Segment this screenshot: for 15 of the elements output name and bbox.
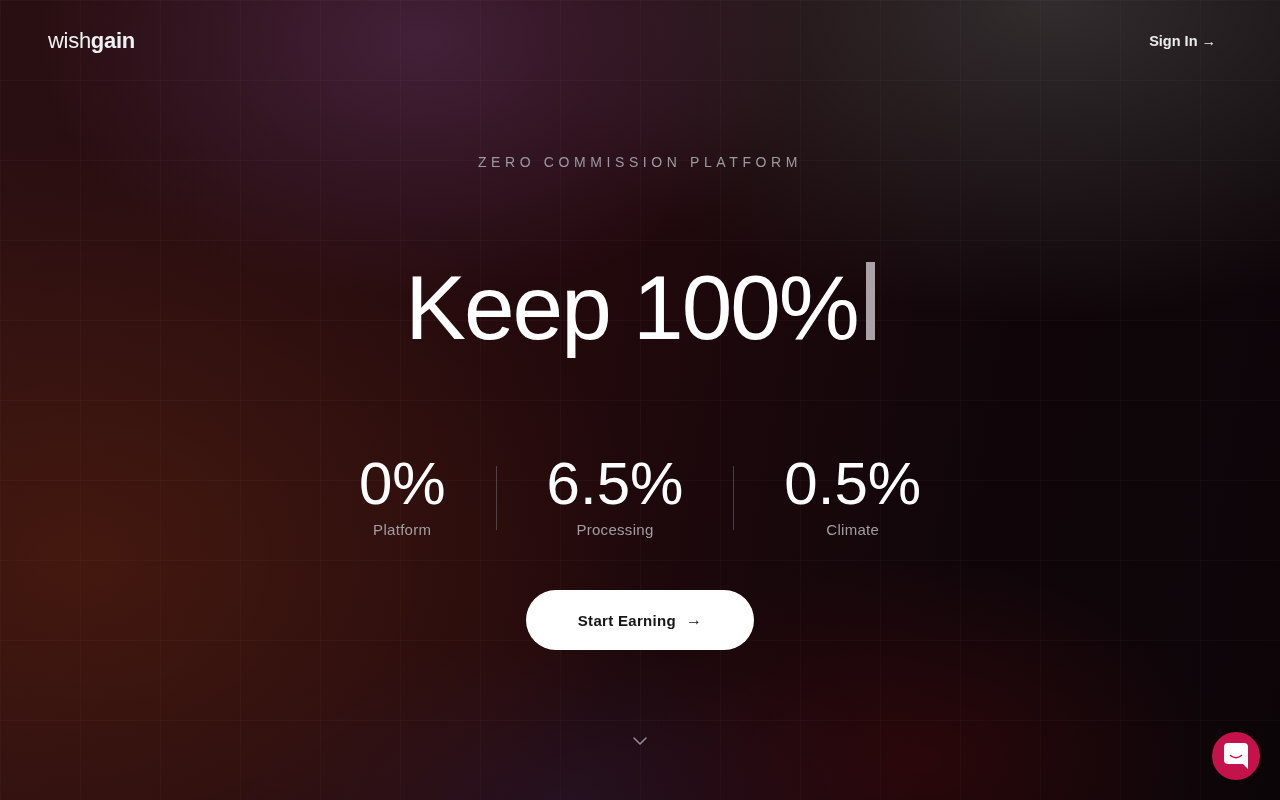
headline: Keep 100%: [405, 258, 858, 358]
stat-label: Processing: [576, 521, 654, 539]
text-cursor-icon: [865, 262, 875, 340]
sign-in-link[interactable]: Sign In →: [1149, 33, 1216, 49]
chat-icon: [1224, 743, 1248, 769]
stat-value: 0.5%: [784, 452, 922, 516]
stat-value: 0%: [358, 452, 446, 516]
stat-label: Platform: [373, 521, 432, 539]
chevron-down-icon[interactable]: [633, 737, 647, 745]
chat-button[interactable]: [1212, 732, 1260, 780]
stat-value: 6.5%: [546, 452, 684, 516]
eyebrow-label: ZERO COMMISSION PLATFORM: [477, 154, 802, 171]
stat-label: Climate: [826, 521, 880, 539]
start-earning-button[interactable]: Start Earning →: [526, 590, 754, 650]
logo[interactable]: wishgain: [48, 28, 135, 54]
